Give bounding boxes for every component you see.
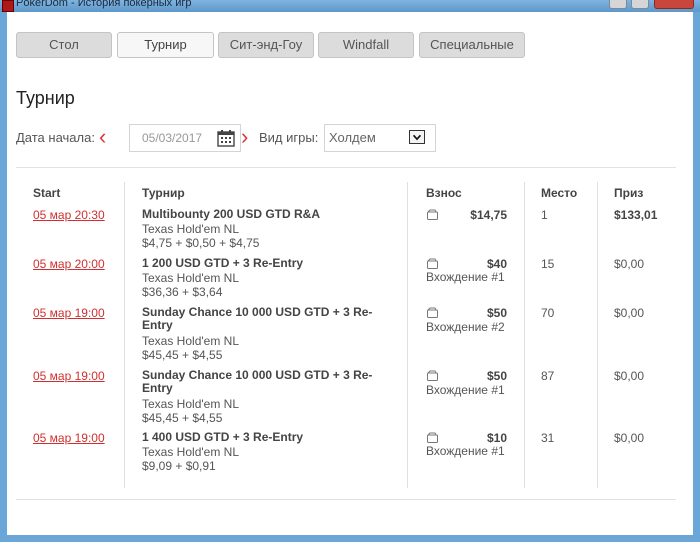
filter-bar: Дата начала: ‹ 05/03/2017 › Вид игры: Хо… xyxy=(16,124,686,152)
header-fee: Взнос xyxy=(426,186,462,200)
dropdown-arrow-icon[interactable] xyxy=(409,130,425,144)
game-type: Texas Hold'em NL xyxy=(142,445,239,459)
tournament-name: 1 400 USD GTD + 3 Re-Entry xyxy=(142,430,304,444)
prize-value: $133,01 xyxy=(614,208,658,222)
column-divider xyxy=(407,182,408,488)
divider-top xyxy=(16,167,676,168)
window-content: Стол Турнир Сит-энд-Гоу Windfall Специал… xyxy=(7,12,693,535)
start-time-link[interactable]: 05 мар 19:00 xyxy=(33,431,105,445)
tournament-name: Sunday Chance 10 000 USD GTD + 3 Re-Entr… xyxy=(142,305,373,332)
tab-tournament[interactable]: Турнир xyxy=(117,32,214,58)
tournament-name: Multibounty 200 USD GTD R&A xyxy=(142,207,321,221)
header-tournament: Турнир xyxy=(142,186,185,200)
chevron-right-icon[interactable]: › xyxy=(241,125,248,149)
start-time-link[interactable]: 05 мар 20:30 xyxy=(33,208,105,222)
start-time-link[interactable]: 05 мар 19:00 xyxy=(33,369,105,383)
minimize-button[interactable] xyxy=(609,0,627,9)
fee-amount: $10 xyxy=(486,431,507,445)
tournament-name: 1 200 USD GTD + 3 Re-Entry xyxy=(142,256,304,270)
entry-number: Вхождение #1 xyxy=(426,444,505,458)
prize-value: $0,00 xyxy=(614,369,645,383)
window-titlebar: PokerDom - История покерных игр xyxy=(0,0,700,12)
prize-value: $0,00 xyxy=(614,306,645,320)
entry-number: Вхождение #2 xyxy=(426,320,505,334)
header-place: Место xyxy=(541,186,578,200)
entry-number: Вхождение #1 xyxy=(426,383,505,397)
maximize-button[interactable] xyxy=(631,0,649,9)
buy-in-breakdown: $4,75 + $0,50 + $4,75 xyxy=(142,236,260,250)
fee-amount: $50 xyxy=(486,306,507,320)
prize-value: $0,00 xyxy=(614,257,645,271)
start-time-link[interactable]: 05 мар 20:00 xyxy=(33,257,105,271)
game-type: Texas Hold'em NL xyxy=(142,222,239,236)
fee-amount: $14,75 xyxy=(470,208,507,222)
date-value: 05/03/2017 xyxy=(142,131,203,145)
tab-sit-and-go[interactable]: Сит-энд-Гоу xyxy=(218,32,314,58)
calendar-icon[interactable] xyxy=(217,129,235,147)
date-label: Дата начала: xyxy=(16,130,95,145)
place-value: 15 xyxy=(541,257,555,271)
divider-bottom xyxy=(16,499,676,500)
fee-amount: $40 xyxy=(486,257,507,271)
buy-in-breakdown: $45,45 + $4,55 xyxy=(142,348,223,362)
window-title: PokerDom - История покерных игр xyxy=(16,0,192,9)
game-type-label: Вид игры: xyxy=(259,130,319,145)
place-value: 70 xyxy=(541,306,555,320)
fee-amount: $50 xyxy=(486,369,507,383)
tab-windfall[interactable]: Windfall xyxy=(318,32,414,58)
game-type-select[interactable]: Холдем xyxy=(324,124,436,152)
buy-in-breakdown: $36,36 + $3,64 xyxy=(142,285,223,299)
game-type: Texas Hold'em NL xyxy=(142,334,239,348)
buy-in-breakdown: $9,09 + $0,91 xyxy=(142,459,216,473)
game-type: Texas Hold'em NL xyxy=(142,397,239,411)
place-value: 1 xyxy=(541,208,548,222)
date-field[interactable]: 05/03/2017 xyxy=(129,124,241,152)
app-logo-icon xyxy=(2,0,14,12)
page-title: Турнир xyxy=(16,88,75,108)
entry-number: Вхождение #1 xyxy=(426,270,505,284)
column-divider xyxy=(124,182,125,488)
game-type-value: Холдем xyxy=(329,130,376,145)
buy-in-breakdown: $45,45 + $4,55 xyxy=(142,411,223,425)
chevron-left-icon[interactable]: ‹ xyxy=(99,125,106,149)
place-value: 87 xyxy=(541,369,555,383)
game-type: Texas Hold'em NL xyxy=(142,271,239,285)
start-time-link[interactable]: 05 мар 19:00 xyxy=(33,306,105,320)
column-divider xyxy=(597,182,598,488)
tab-special[interactable]: Специальные xyxy=(419,32,525,58)
header-prize: Приз xyxy=(614,186,644,200)
header-start: Start xyxy=(33,186,61,200)
prize-value: $0,00 xyxy=(614,431,645,445)
tournament-name: Sunday Chance 10 000 USD GTD + 3 Re-Entr… xyxy=(142,368,373,395)
column-divider xyxy=(524,182,525,488)
place-value: 31 xyxy=(541,431,555,445)
tab-table[interactable]: Стол xyxy=(16,32,112,58)
close-button[interactable] xyxy=(654,0,694,9)
